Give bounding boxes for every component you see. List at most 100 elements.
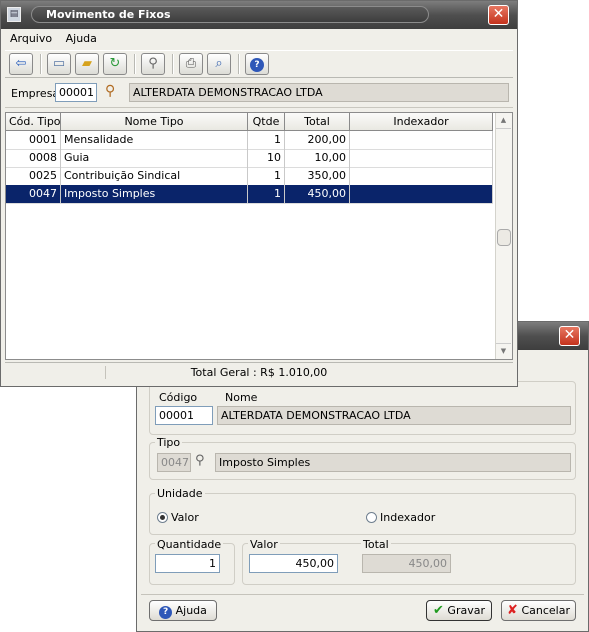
help-button[interactable]: ? [245,53,269,75]
empresa-panel: Empresa 00001 ⚲ ALTERDATA DEMONSTRACAO L… [5,79,513,108]
help-icon: ? [250,58,264,72]
empresa-nome-field: ALTERDATA DEMONSTRACAO LTDA [217,406,571,425]
open-folder-icon: ▰ [82,56,92,71]
cancel-x-icon: ✘ [507,603,518,618]
quantidade-input[interactable]: 1 [155,554,220,573]
gravar-button[interactable]: ✔ Gravar [426,600,492,621]
status-panel-left [105,366,106,379]
movimento-window: ▤ Movimento de Fixos ✕ Arquivo Ajuda ⇦ ▭… [0,0,518,387]
quantidade-label: Quantidade [155,538,224,551]
cell-codigo: 0047 [6,185,61,203]
tipo-codigo-field: 0047 [157,453,191,472]
cell-nome: Mensalidade [61,131,248,149]
unidade-label: Unidade [155,487,205,500]
toolbar-separator [238,54,240,74]
tipo-label: Tipo [155,436,183,449]
empresa-codigo-field[interactable]: 00001 [155,406,213,425]
cell-qtde: 10 [248,149,285,167]
ajuda-button[interactable]: ? Ajuda [149,600,217,621]
search-button[interactable]: ⚲ [141,53,165,75]
empresa-search-icon[interactable]: ⚲ [105,83,115,99]
cell-nome: Contribuição Sindical [61,167,248,185]
scroll-up-arrow-icon[interactable]: ▲ [496,113,511,129]
menu-bar: Arquivo Ajuda [5,30,513,49]
help-icon: ? [159,606,173,619]
valor-input[interactable]: 450,00 [249,554,338,573]
preview-icon: ⌕ [215,56,223,71]
table-row[interactable]: 0047 Imposto Simples 1 450,00 [6,185,493,204]
ajuda-button-label: Ajuda [175,604,207,617]
menu-arquivo[interactable]: Arquivo [5,30,57,47]
cell-total: 10,00 [285,149,350,167]
column-header-total[interactable]: Total [285,113,350,130]
fixos-table[interactable]: Cód. Tipo Nome Tipo Qtde Total Indexador… [5,112,513,360]
cell-codigo: 0001 [6,131,61,149]
total-field: 450,00 [362,554,451,573]
main-close-button[interactable]: ✕ [488,5,509,25]
empresa-name-field: ALTERDATA DEMONSTRACAO LTDA [129,83,509,102]
table-row[interactable]: 0025 Contribuição Sindical 1 350,00 [6,167,493,186]
print-button[interactable]: ⎙ [179,53,203,75]
cell-nome: Imposto Simples [61,185,248,203]
close-icon: ✕ [492,6,505,22]
unidade-group [149,493,576,535]
print-icon: ⎙ [185,56,197,71]
table-row[interactable]: 0008 Guia 10 10,00 [6,149,493,168]
check-icon: ✔ [433,603,444,618]
indexador-radio[interactable]: Indexador [366,511,435,524]
cancelar-button[interactable]: ✘ Cancelar [501,600,576,621]
new-document-icon: ▭ [52,56,66,71]
cell-codigo: 0025 [6,167,61,185]
status-bar: Total Geral : R$ 1.010,00 [5,362,513,382]
refresh-button[interactable]: ↻ [103,53,127,75]
menu-ajuda[interactable]: Ajuda [61,30,102,47]
close-icon: ✕ [563,327,576,343]
cell-indexador [350,185,493,203]
vertical-scrollbar[interactable]: ▲ ▼ [495,113,512,359]
button-separator [141,594,584,595]
total-geral-text: Total Geral : R$ 1.010,00 [190,366,328,379]
cell-qtde: 1 [248,131,285,149]
scroll-down-arrow-icon[interactable]: ▼ [496,343,511,359]
codigo-label: Código [157,391,200,404]
column-header-codigo[interactable]: Cód. Tipo [6,113,61,130]
cell-codigo: 0008 [6,149,61,167]
dialog-close-button[interactable]: ✕ [559,326,580,346]
nome-label: Nome [223,391,260,404]
cell-indexador [350,131,493,149]
empresa-label: Empresa [11,87,60,100]
new-button[interactable]: ▭ [47,53,71,75]
indexador-radio-label: Indexador [380,511,436,524]
toolbar-separator [40,54,42,74]
window-title: Movimento de Fixos [31,6,429,23]
cell-total: 350,00 [285,167,350,185]
scroll-thumb[interactable] [497,229,511,246]
tipo-search-icon[interactable]: ⚲ [195,453,205,468]
cell-total: 450,00 [285,185,350,203]
exit-button[interactable]: ⇦ [9,53,33,75]
valor-radio-label: Valor [171,511,199,524]
empresa-code-input[interactable]: 00001 [55,83,97,102]
column-header-nome[interactable]: Nome Tipo [61,113,248,130]
cell-total: 200,00 [285,131,350,149]
radio-unselected-icon [366,512,377,523]
open-button[interactable]: ▰ [75,53,99,75]
radio-selected-icon [157,512,168,523]
column-header-indexador[interactable]: Indexador [350,113,493,130]
table-header: Cód. Tipo Nome Tipo Qtde Total Indexador [6,113,493,131]
column-header-qtde[interactable]: Qtde [248,113,285,130]
toolbar-separator [134,54,136,74]
cell-indexador [350,149,493,167]
tipo-nome-field: Imposto Simples [215,453,571,472]
toolbar-separator [172,54,174,74]
table-row[interactable]: 0001 Mensalidade 1 200,00 [6,131,493,150]
valor-radio[interactable]: Valor [157,511,199,524]
gravar-button-label: Gravar [447,604,485,617]
app-icon: ▤ [7,7,21,22]
total-label: Total [361,538,391,551]
valor-label: Valor [248,538,280,551]
cell-qtde: 1 [248,167,285,185]
cell-qtde: 1 [248,185,285,203]
cell-indexador [350,167,493,185]
preview-button[interactable]: ⌕ [207,53,231,75]
